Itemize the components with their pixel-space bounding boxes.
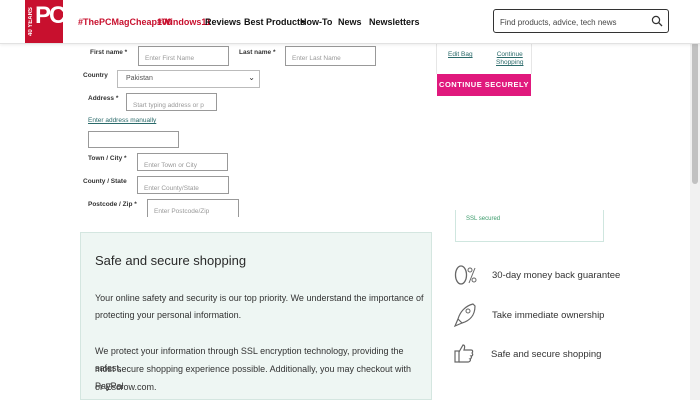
edit-bag-link[interactable]: Edit Bag	[448, 51, 473, 58]
guarantee-ownership: Take immediate ownership	[492, 310, 605, 321]
manual-address-input[interactable]	[89, 136, 178, 151]
enter-address-manually-link[interactable]: Enter address manually	[88, 117, 156, 124]
nav-item-best-products[interactable]: Best Products	[244, 17, 305, 27]
county-field	[137, 176, 229, 197]
safe-para1-line1: Your online safety and security is our t…	[95, 293, 424, 303]
continue-shopping-line1: Continue	[496, 51, 523, 58]
continue-securely-button[interactable]: CONTINUE SECURELY	[437, 74, 531, 96]
first-name-field	[138, 46, 229, 68]
rocket-icon	[453, 303, 476, 328]
address-label: Address *	[88, 95, 119, 102]
safe-shopping-title: Safe and secure shopping	[95, 253, 247, 268]
summary-divider	[436, 44, 437, 74]
town-field	[137, 153, 228, 174]
town-input[interactable]	[138, 157, 227, 174]
ssl-secured-text: SSL secured	[466, 216, 501, 222]
search-box	[493, 9, 669, 33]
nav-item-how-to[interactable]: How-To	[300, 17, 332, 27]
search-input[interactable]	[498, 13, 652, 31]
continue-shopping-link[interactable]: Continue Shopping	[496, 51, 523, 67]
ssl-secure-box: SSL secured	[455, 210, 604, 242]
safe-para2-line3: or Escrow.com.	[95, 382, 157, 392]
county-label: County / State	[83, 178, 127, 185]
scrollbar-thumb[interactable]	[692, 42, 698, 184]
site-header: 40 YEARS PC #ThePCMagCheap100 #Windows11…	[0, 0, 700, 44]
search-icon[interactable]	[651, 15, 663, 27]
guarantee-secure-shopping: Safe and secure shopping	[491, 349, 602, 360]
country-select[interactable]: Pakistan ⌄	[117, 70, 260, 88]
country-value: Pakistan	[126, 75, 153, 82]
summary-divider-right	[531, 44, 532, 74]
country-label: Country	[83, 72, 108, 79]
last-name-input[interactable]	[286, 49, 375, 68]
address-input[interactable]	[127, 97, 216, 114]
last-name-label: Last name *	[239, 49, 276, 56]
logo-anniversary-text: 40 YEARS	[28, 7, 34, 37]
manual-address-field	[88, 131, 179, 151]
nav-item-windows11[interactable]: #Windows11	[157, 17, 211, 27]
nav-item-reviews[interactable]: Reviews	[205, 17, 241, 27]
continue-shopping-line2: Shopping	[496, 59, 524, 66]
postcode-field	[147, 199, 239, 220]
logo-text: PC	[35, 2, 66, 29]
postcode-label: Postcode / Zip *	[88, 201, 137, 208]
county-input[interactable]	[138, 180, 228, 197]
first-name-input[interactable]	[139, 49, 228, 68]
nav-item-newsletters[interactable]: Newsletters	[369, 17, 420, 27]
first-name-label: First name *	[90, 49, 128, 56]
guarantee-money-back: 30-day money back guarantee	[492, 270, 621, 281]
thumbs-up-icon	[454, 344, 474, 363]
town-label: Town / City *	[88, 155, 127, 162]
nav-item-news[interactable]: News	[338, 17, 362, 27]
last-name-field	[285, 46, 376, 68]
safe-para1-line2: protecting your personal information.	[95, 310, 242, 320]
postcode-input[interactable]	[148, 203, 238, 220]
zero-percent-icon	[454, 265, 477, 285]
pcmag-logo[interactable]: 40 YEARS PC	[25, 0, 66, 43]
chevron-down-icon: ⌄	[248, 73, 255, 82]
address-field	[126, 93, 217, 114]
